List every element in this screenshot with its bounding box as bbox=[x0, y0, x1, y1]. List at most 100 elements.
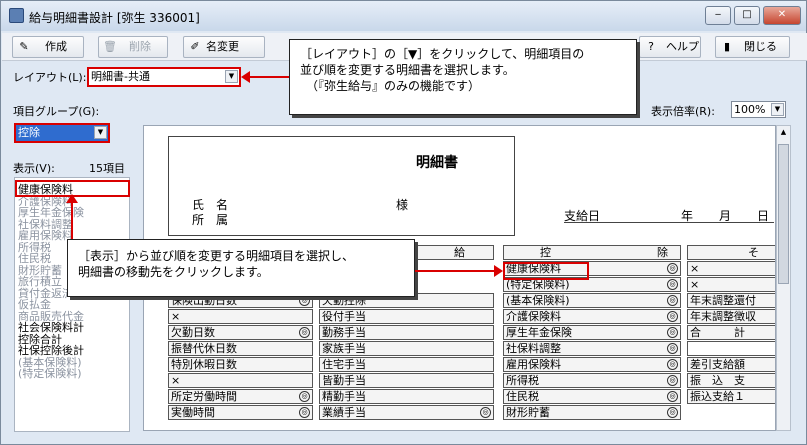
chevron-down-icon[interactable]: ▼ bbox=[94, 126, 107, 139]
double-circle-icon: ◎ bbox=[299, 391, 310, 402]
slip-cell[interactable]: 雇用保険料 ◎ bbox=[503, 357, 681, 372]
callout-display-line2: 明細書の移動先をクリックします。 bbox=[78, 265, 269, 279]
callout-display-arrow-up bbox=[71, 197, 73, 239]
list-item[interactable]: 社会保険料計 bbox=[18, 322, 84, 333]
slip-cell[interactable]: × bbox=[687, 261, 775, 276]
list-item[interactable]: 雇用保険料 bbox=[18, 230, 73, 241]
layout-select-value: 明細書-共通 bbox=[91, 70, 150, 83]
other-section-header: そ bbox=[687, 245, 775, 260]
rename-icon: ✐ bbox=[190, 40, 200, 53]
slip-cell[interactable]: 振込支給１ bbox=[687, 389, 775, 404]
list-item[interactable]: 控除合計 bbox=[18, 334, 62, 345]
door-icon: ▮ bbox=[723, 40, 731, 53]
list-item[interactable]: 旅行積立 bbox=[18, 276, 62, 287]
slip-cell[interactable]: 振替代休日数 bbox=[168, 341, 313, 356]
slip-cell[interactable]: × bbox=[687, 277, 775, 292]
slip-cell[interactable]: (基本保険料) ◎ bbox=[503, 293, 681, 308]
delete-button[interactable]: 🗑 削除 bbox=[98, 36, 168, 58]
slip-cell[interactable]: 実働時間 ◎ bbox=[168, 405, 313, 420]
scroll-up-icon[interactable]: ▲ bbox=[778, 128, 789, 140]
slip-cell[interactable]: 年末調整徴収 bbox=[687, 309, 775, 324]
list-item[interactable]: 住民税 bbox=[18, 253, 51, 264]
slip-cell[interactable]: 介護保険料 ◎ bbox=[503, 309, 681, 324]
double-circle-icon: ◎ bbox=[480, 407, 491, 418]
list-item[interactable]: (特定保険料) bbox=[18, 368, 82, 379]
slip-cell[interactable]: × bbox=[168, 373, 313, 388]
list-item[interactable]: 所得税 bbox=[18, 242, 51, 253]
help-button[interactable]: ? ヘルプ bbox=[639, 36, 701, 58]
sama-label: 様 bbox=[396, 198, 409, 212]
doc-title: 明細書 bbox=[416, 155, 458, 171]
arrow-head-icon bbox=[494, 265, 503, 277]
slip-cell[interactable]: 振 込 支 bbox=[687, 373, 775, 388]
trash-icon: 🗑 bbox=[103, 40, 117, 53]
chevron-down-icon[interactable]: ▼ bbox=[771, 103, 784, 116]
group-label: 項目グループ(G): bbox=[13, 105, 100, 118]
slip-cell[interactable]: 家族手当 bbox=[319, 341, 494, 356]
double-circle-icon: ◎ bbox=[299, 407, 310, 418]
list-item[interactable]: 厚生年金保険 bbox=[18, 207, 84, 218]
close-window-button[interactable]: ✕ bbox=[763, 6, 801, 25]
slip-cell[interactable]: 年末調整還付 bbox=[687, 293, 775, 308]
vertical-scrollbar[interactable]: ▲ bbox=[776, 125, 791, 431]
callout-display-line1: ［表示］から並び順を変更する明細項目を選択し、 bbox=[78, 249, 355, 263]
slip-cell[interactable]: × bbox=[168, 309, 313, 324]
slip-cell[interactable]: 精勤手当 bbox=[319, 389, 494, 404]
slip-cell[interactable]: 所定労働時間 ◎ bbox=[168, 389, 313, 404]
list-item[interactable]: 仮払金 bbox=[18, 299, 51, 310]
arrow-head-icon bbox=[66, 194, 78, 203]
slip-cell[interactable]: 住民税 ◎ bbox=[503, 389, 681, 404]
slip-cell[interactable]: 合 計 bbox=[687, 325, 775, 340]
slip-cell[interactable]: 役付手当 bbox=[319, 309, 494, 324]
list-item[interactable]: 社保料調整 bbox=[18, 219, 73, 230]
callout-layout-line3: （『弥生給与』のみの機能です） bbox=[306, 79, 481, 93]
slip-cell[interactable] bbox=[687, 341, 775, 356]
slip-cell[interactable]: 財形貯蓄 ◎ bbox=[503, 405, 681, 420]
slip-cell[interactable]: 厚生年金保険 ◎ bbox=[503, 325, 681, 340]
close-button[interactable]: ▮ 閉じる bbox=[715, 36, 790, 58]
slip-cell[interactable]: 皆勤手当 bbox=[319, 373, 494, 388]
list-item[interactable]: 貸付金返済 bbox=[18, 288, 73, 299]
double-circle-icon: ◎ bbox=[667, 391, 678, 402]
double-circle-icon: ◎ bbox=[667, 359, 678, 370]
maximize-button[interactable]: □ bbox=[734, 6, 760, 25]
pay-date-line bbox=[564, 222, 774, 223]
callout-layout-arrow bbox=[245, 76, 289, 78]
double-circle-icon: ◎ bbox=[667, 407, 678, 418]
slip-cell[interactable]: 社保料調整 ◎ bbox=[503, 341, 681, 356]
slip-cell[interactable]: 住宅手当 bbox=[319, 357, 494, 372]
display-label: 表示(V): bbox=[13, 162, 55, 175]
slip-cell[interactable]: 特別休暇日数 bbox=[168, 357, 313, 372]
slip-cell[interactable]: 業績手当 ◎ bbox=[319, 405, 494, 420]
layout-select[interactable]: 明細書-共通 ▼ bbox=[87, 67, 241, 87]
rename-button[interactable]: ✐ 名変更 bbox=[183, 36, 265, 58]
chevron-down-icon[interactable]: ▼ bbox=[225, 70, 238, 83]
double-circle-icon: ◎ bbox=[667, 279, 678, 290]
callout-layout: ［レイアウト］の［▼］をクリックして、明細項目の 並び順を変更する明細書を選択し… bbox=[289, 39, 637, 115]
slip-cell[interactable]: 欠勤日数 ◎ bbox=[168, 325, 313, 340]
display-count: 15項目 bbox=[89, 162, 125, 175]
minimize-button[interactable]: ‒ bbox=[705, 6, 731, 25]
list-item[interactable]: 社保控除後計 bbox=[18, 345, 84, 356]
dept-label: 所 属 bbox=[192, 213, 229, 227]
scroll-thumb[interactable] bbox=[778, 144, 789, 284]
app-icon bbox=[9, 8, 24, 23]
create-button[interactable]: ✎ 作成 bbox=[12, 36, 84, 58]
pencil-icon: ✎ bbox=[19, 40, 29, 53]
callout-layout-line2: 並び順を変更する明細書を選択します。 bbox=[300, 63, 515, 77]
window-title: 給与明細書設計 [弥生 336001] bbox=[29, 11, 200, 25]
callout-display: ［表示］から並び順を変更する明細項目を選択し、 明細書の移動先をクリックします。 bbox=[67, 239, 415, 297]
slip-cell[interactable]: 差引支給額 bbox=[687, 357, 775, 372]
group-select[interactable]: 控除 ▼ bbox=[14, 123, 110, 143]
list-item[interactable]: (基本保険料) bbox=[18, 357, 82, 368]
double-circle-icon: ◎ bbox=[299, 327, 310, 338]
list-item[interactable]: 財形貯蓄 bbox=[18, 265, 62, 276]
group-select-value: 控除 bbox=[18, 126, 40, 139]
double-circle-icon: ◎ bbox=[667, 295, 678, 306]
list-item[interactable]: 介護保険料 bbox=[18, 196, 73, 207]
list-item[interactable]: 商品販売代金 bbox=[18, 311, 84, 322]
slip-cell[interactable]: 所得税 ◎ bbox=[503, 373, 681, 388]
callout-display-arrow-right bbox=[415, 270, 497, 272]
slip-cell[interactable]: 勤務手当 bbox=[319, 325, 494, 340]
zoom-select[interactable]: 100% ▼ bbox=[731, 101, 786, 118]
